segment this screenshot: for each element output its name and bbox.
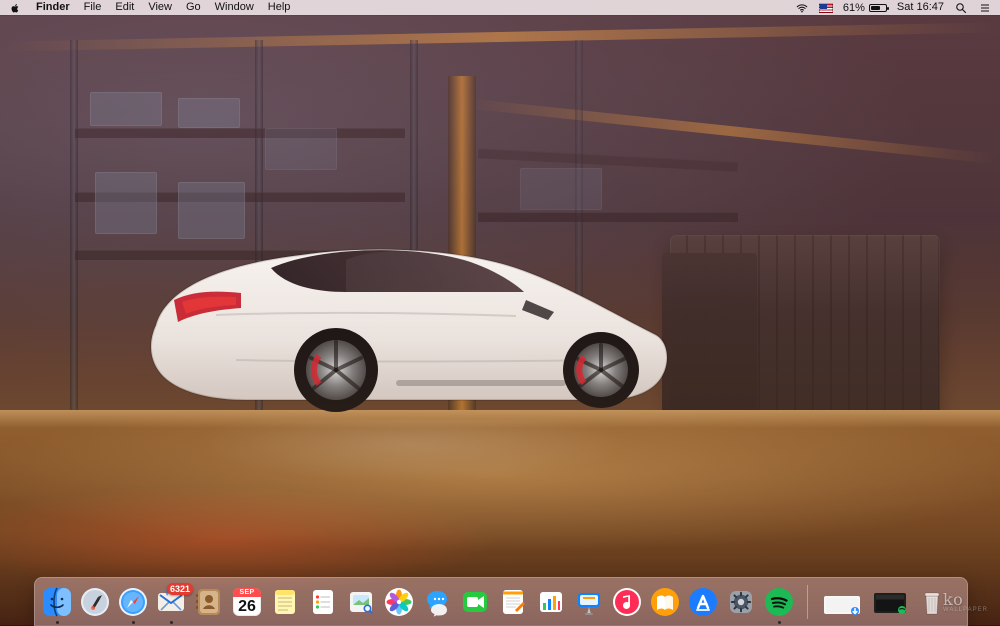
- launchpad-icon: [81, 588, 109, 616]
- dock-app-mail[interactable]: 6321: [155, 583, 193, 624]
- dock-app-finder[interactable]: [41, 586, 73, 624]
- dock-app-calendar[interactable]: SEP 26: [231, 586, 263, 618]
- dock-app-safari[interactable]: [117, 586, 149, 624]
- calendar-month: SEP: [233, 588, 261, 597]
- spotify-icon: [765, 588, 793, 616]
- dock-app-ibooks[interactable]: [649, 586, 681, 618]
- menu-bar-status: 61% Sat 16:47: [795, 0, 992, 15]
- dock: 6321 SEP 26: [34, 577, 968, 626]
- running-indicator: [169, 621, 173, 624]
- battery-icon: [868, 3, 889, 12]
- messages-icon: [427, 591, 447, 617]
- dock-app-app-store[interactable]: [687, 586, 719, 618]
- battery-fill: [870, 5, 880, 10]
- itunes-icon: [613, 588, 641, 616]
- dock-app-keynote[interactable]: [573, 586, 605, 618]
- menu-window[interactable]: Window: [215, 0, 254, 15]
- dock-divider: [807, 585, 808, 619]
- dock-app-contacts[interactable]: [193, 586, 225, 618]
- wallpaper-tint-overlay: [0, 0, 1000, 625]
- dock-app-facetime[interactable]: [459, 586, 491, 618]
- preview-icon: [350, 592, 373, 614]
- system-preferences-icon: [730, 591, 752, 613]
- finder-icon: [43, 587, 71, 617]
- apple-menu-icon[interactable]: [8, 1, 22, 15]
- menu-bar-left: Finder File Edit View Go Window Help: [8, 0, 290, 15]
- dock-app-preview[interactable]: [345, 586, 377, 618]
- input-source-flag-icon[interactable]: [818, 1, 833, 15]
- dock-app-system-preferences[interactable]: [725, 586, 757, 618]
- active-app-name[interactable]: Finder: [36, 0, 70, 15]
- dock-app-reminders[interactable]: [307, 586, 339, 618]
- us-flag-icon: [818, 2, 833, 13]
- photos-icon: [385, 588, 413, 616]
- menu-go[interactable]: Go: [186, 0, 201, 15]
- wallpaper-watermark: ko WALLPAPER: [943, 590, 988, 613]
- clock[interactable]: Sat 16:47: [897, 0, 944, 15]
- contacts-icon: [196, 589, 220, 615]
- notes-icon: [275, 590, 295, 614]
- dock-app-spotify[interactable]: [763, 586, 795, 624]
- minimized-window-icon: [874, 593, 906, 614]
- dock-app-photos[interactable]: [383, 586, 415, 618]
- reminders-icon: [313, 590, 333, 614]
- calendar-icon: SEP 26: [233, 588, 261, 616]
- battery-status[interactable]: 61%: [842, 0, 889, 15]
- dock-items: 6321 SEP 26: [41, 583, 961, 624]
- pages-icon: [503, 590, 525, 614]
- running-indicator: [131, 621, 135, 624]
- mail-badge: 6321: [166, 583, 193, 595]
- battery-percent: 61%: [842, 1, 865, 14]
- dock-app-launchpad[interactable]: [79, 586, 111, 618]
- menu-edit[interactable]: Edit: [115, 0, 134, 15]
- dock-app-messages[interactable]: [421, 586, 453, 618]
- ibooks-icon: [651, 588, 679, 616]
- dock-stack-downloads[interactable]: [820, 586, 864, 618]
- wifi-icon[interactable]: [795, 1, 809, 15]
- dock-app-itunes[interactable]: [611, 586, 643, 618]
- menu-view[interactable]: View: [148, 0, 172, 15]
- running-indicator: [55, 621, 59, 624]
- facetime-icon: [463, 592, 487, 612]
- watermark-subtext: WALLPAPER: [942, 607, 988, 613]
- menu-help[interactable]: Help: [268, 0, 291, 15]
- calendar-day: 26: [238, 598, 256, 615]
- menu-file[interactable]: File: [84, 0, 102, 15]
- dock-app-notes[interactable]: [269, 586, 301, 618]
- dock-minimized-window[interactable]: [870, 586, 910, 618]
- running-indicator: [777, 621, 781, 624]
- dock-app-numbers[interactable]: [535, 586, 567, 618]
- notification-center-icon[interactable]: [978, 1, 992, 15]
- dock-app-pages[interactable]: [497, 586, 529, 618]
- numbers-icon: [540, 592, 562, 612]
- app-store-icon: [689, 588, 717, 616]
- safari-icon: [119, 588, 147, 616]
- desktop-wallpaper: [0, 0, 1000, 625]
- downloads-stack-icon: [824, 596, 860, 615]
- spotlight-search-icon[interactable]: [954, 1, 968, 15]
- keynote-icon: [578, 593, 600, 615]
- menu-bar: Finder File Edit View Go Window Help 61%…: [0, 0, 1000, 15]
